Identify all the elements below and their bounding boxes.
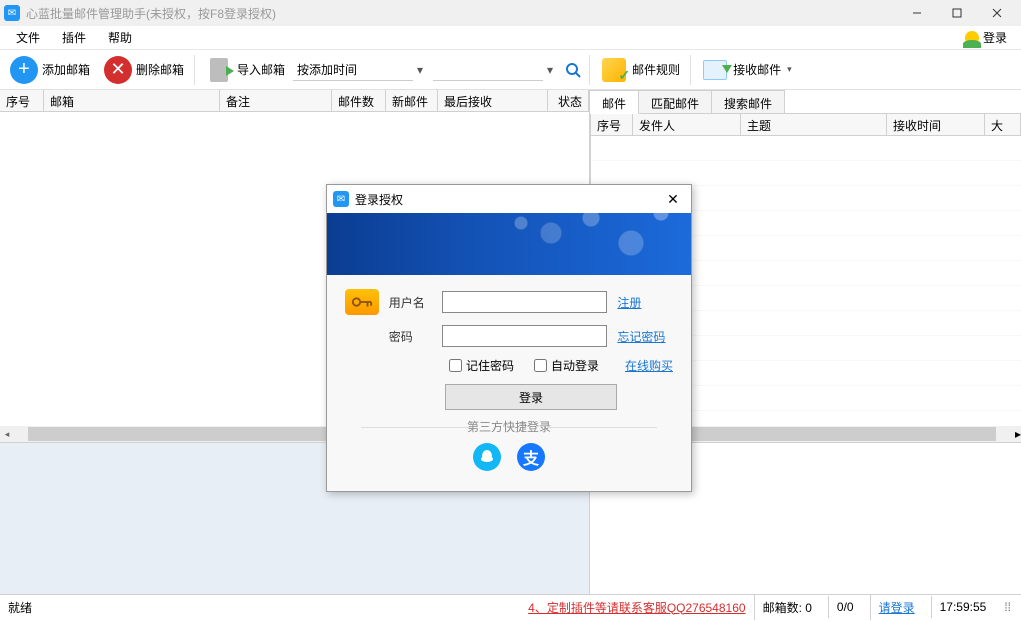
qq-icon: [479, 449, 495, 465]
alipay-login-button[interactable]: 支: [517, 443, 545, 471]
statusbar: 就绪 4、定制插件等请联系客服QQ276548160 邮箱数: 0 0/0 请登…: [0, 594, 1021, 619]
key-icon: [345, 289, 379, 315]
window-title: 心蓝批量邮件管理助手(未授权，按F8登录授权): [26, 5, 897, 22]
scroll-right-icon[interactable]: ▸: [1015, 427, 1021, 441]
rules-icon: [602, 58, 626, 82]
menu-plugins[interactable]: 插件: [52, 26, 96, 49]
add-mailbox-label: 添加邮箱: [42, 61, 90, 78]
col-newmail[interactable]: 新邮件: [386, 90, 438, 111]
tab-matched[interactable]: 匹配邮件: [639, 90, 712, 113]
password-label: 密码: [389, 328, 433, 345]
login-dialog: ✉ 登录授权 ✕ 用户名 注册 密码 忘记密码 记住密码 自动登录 在线购买 登…: [326, 184, 692, 492]
col-sender[interactable]: 发件人: [633, 114, 741, 135]
delete-mailbox-label: 删除邮箱: [136, 61, 184, 78]
col-remark[interactable]: 备注: [220, 90, 332, 111]
scroll-left-icon[interactable]: ◂: [0, 429, 14, 440]
login-form: 用户名 注册 密码 忘记密码 记住密码 自动登录 在线购买 登录 第三方快捷登录…: [327, 275, 691, 491]
dialog-close-button[interactable]: ✕: [661, 191, 685, 208]
search-icon: [565, 62, 581, 78]
password-input[interactable]: [442, 325, 607, 347]
col-index[interactable]: 序号: [0, 90, 44, 111]
col-mailcount[interactable]: 邮件数: [332, 90, 386, 111]
auto-login-checkbox[interactable]: 自动登录: [534, 357, 599, 374]
col-mailbox[interactable]: 邮箱: [44, 90, 220, 111]
col-lastrecv[interactable]: 最后接收: [438, 90, 548, 111]
sort-field-input[interactable]: [293, 59, 413, 81]
status-mailbox-count: 邮箱数: 0: [754, 595, 820, 620]
menu-file[interactable]: 文件: [6, 26, 50, 49]
col-index[interactable]: 序号: [591, 114, 633, 135]
status-time: 17:59:55: [931, 596, 995, 618]
search-combo[interactable]: ▾: [433, 58, 585, 82]
app-icon: ✉: [4, 5, 20, 21]
alipay-icon: 支: [523, 445, 539, 469]
login-button[interactable]: 登录: [445, 384, 617, 410]
search-button[interactable]: [561, 58, 585, 82]
third-party-label: 第三方快捷登录: [345, 418, 673, 435]
chevron-down-icon[interactable]: ▾: [543, 63, 557, 77]
dialog-title: 登录授权: [355, 191, 403, 208]
col-subject[interactable]: 主题: [741, 114, 887, 135]
tab-mail[interactable]: 邮件: [590, 90, 639, 114]
status-ready: 就绪: [8, 599, 32, 616]
toolbar: + 添加邮箱 ✕ 删除邮箱 导入邮箱 ▾ ▾ 邮件规则 接收邮件 ▾: [0, 50, 1021, 90]
status-ad-link[interactable]: 4、定制插件等请联系客服QQ276548160: [528, 599, 745, 616]
import-mailbox-button[interactable]: 导入邮箱: [199, 54, 291, 86]
register-link[interactable]: 注册: [617, 294, 673, 311]
username-label: 用户名: [389, 294, 433, 311]
username-input[interactable]: [442, 291, 607, 313]
menu-help[interactable]: 帮助: [98, 26, 142, 49]
app-icon: ✉: [333, 191, 349, 207]
receive-mail-button[interactable]: 接收邮件 ▾: [695, 54, 798, 86]
forgot-password-link[interactable]: 忘记密码: [617, 328, 673, 345]
menubar: 文件 插件 帮助 登录: [0, 26, 1021, 50]
remember-checkbox[interactable]: 记住密码: [449, 357, 514, 374]
menubar-login[interactable]: 登录: [957, 27, 1015, 48]
user-icon: [965, 31, 979, 45]
mailbox-grid-header: 序号 邮箱 备注 邮件数 新邮件 最后接收 状态: [0, 90, 589, 112]
col-size[interactable]: 大: [985, 114, 1021, 135]
add-mailbox-button[interactable]: + 添加邮箱: [4, 54, 96, 86]
chevron-down-icon[interactable]: ▾: [413, 63, 427, 77]
tab-search[interactable]: 搜索邮件: [712, 90, 785, 113]
plus-icon: +: [10, 56, 38, 84]
col-recvtime[interactable]: 接收时间: [887, 114, 985, 135]
mail-grid-header: 序号 发件人 主题 接收时间 大: [591, 114, 1021, 136]
delete-mailbox-button[interactable]: ✕ 删除邮箱: [98, 54, 190, 86]
delete-icon: ✕: [104, 56, 132, 84]
import-icon: [210, 58, 228, 82]
menubar-login-label: 登录: [983, 29, 1007, 46]
col-status[interactable]: 状态: [548, 90, 589, 111]
mail-tabs: 邮件 匹配邮件 搜索邮件: [590, 90, 1021, 114]
mail-rules-button[interactable]: 邮件规则: [594, 54, 686, 86]
status-progress: 0/0: [828, 596, 862, 618]
dialog-titlebar[interactable]: ✉ 登录授权 ✕: [327, 185, 691, 213]
mail-rules-label: 邮件规则: [632, 61, 680, 78]
minimize-button[interactable]: [897, 0, 937, 26]
buy-link[interactable]: 在线购买: [625, 357, 673, 374]
status-login-link[interactable]: 请登录: [870, 595, 923, 620]
qq-login-button[interactable]: [473, 443, 501, 471]
maximize-button[interactable]: [937, 0, 977, 26]
search-input[interactable]: [433, 59, 543, 81]
window-titlebar: ✉ 心蓝批量邮件管理助手(未授权，按F8登录授权): [0, 0, 1021, 26]
sort-combo[interactable]: ▾: [293, 59, 427, 81]
receive-icon: [703, 60, 727, 80]
dialog-banner: [327, 213, 691, 275]
close-button[interactable]: [977, 0, 1017, 26]
receive-mail-label: 接收邮件: [733, 61, 781, 78]
import-mailbox-label: 导入邮箱: [237, 61, 285, 78]
chevron-down-icon[interactable]: ▾: [787, 64, 792, 75]
